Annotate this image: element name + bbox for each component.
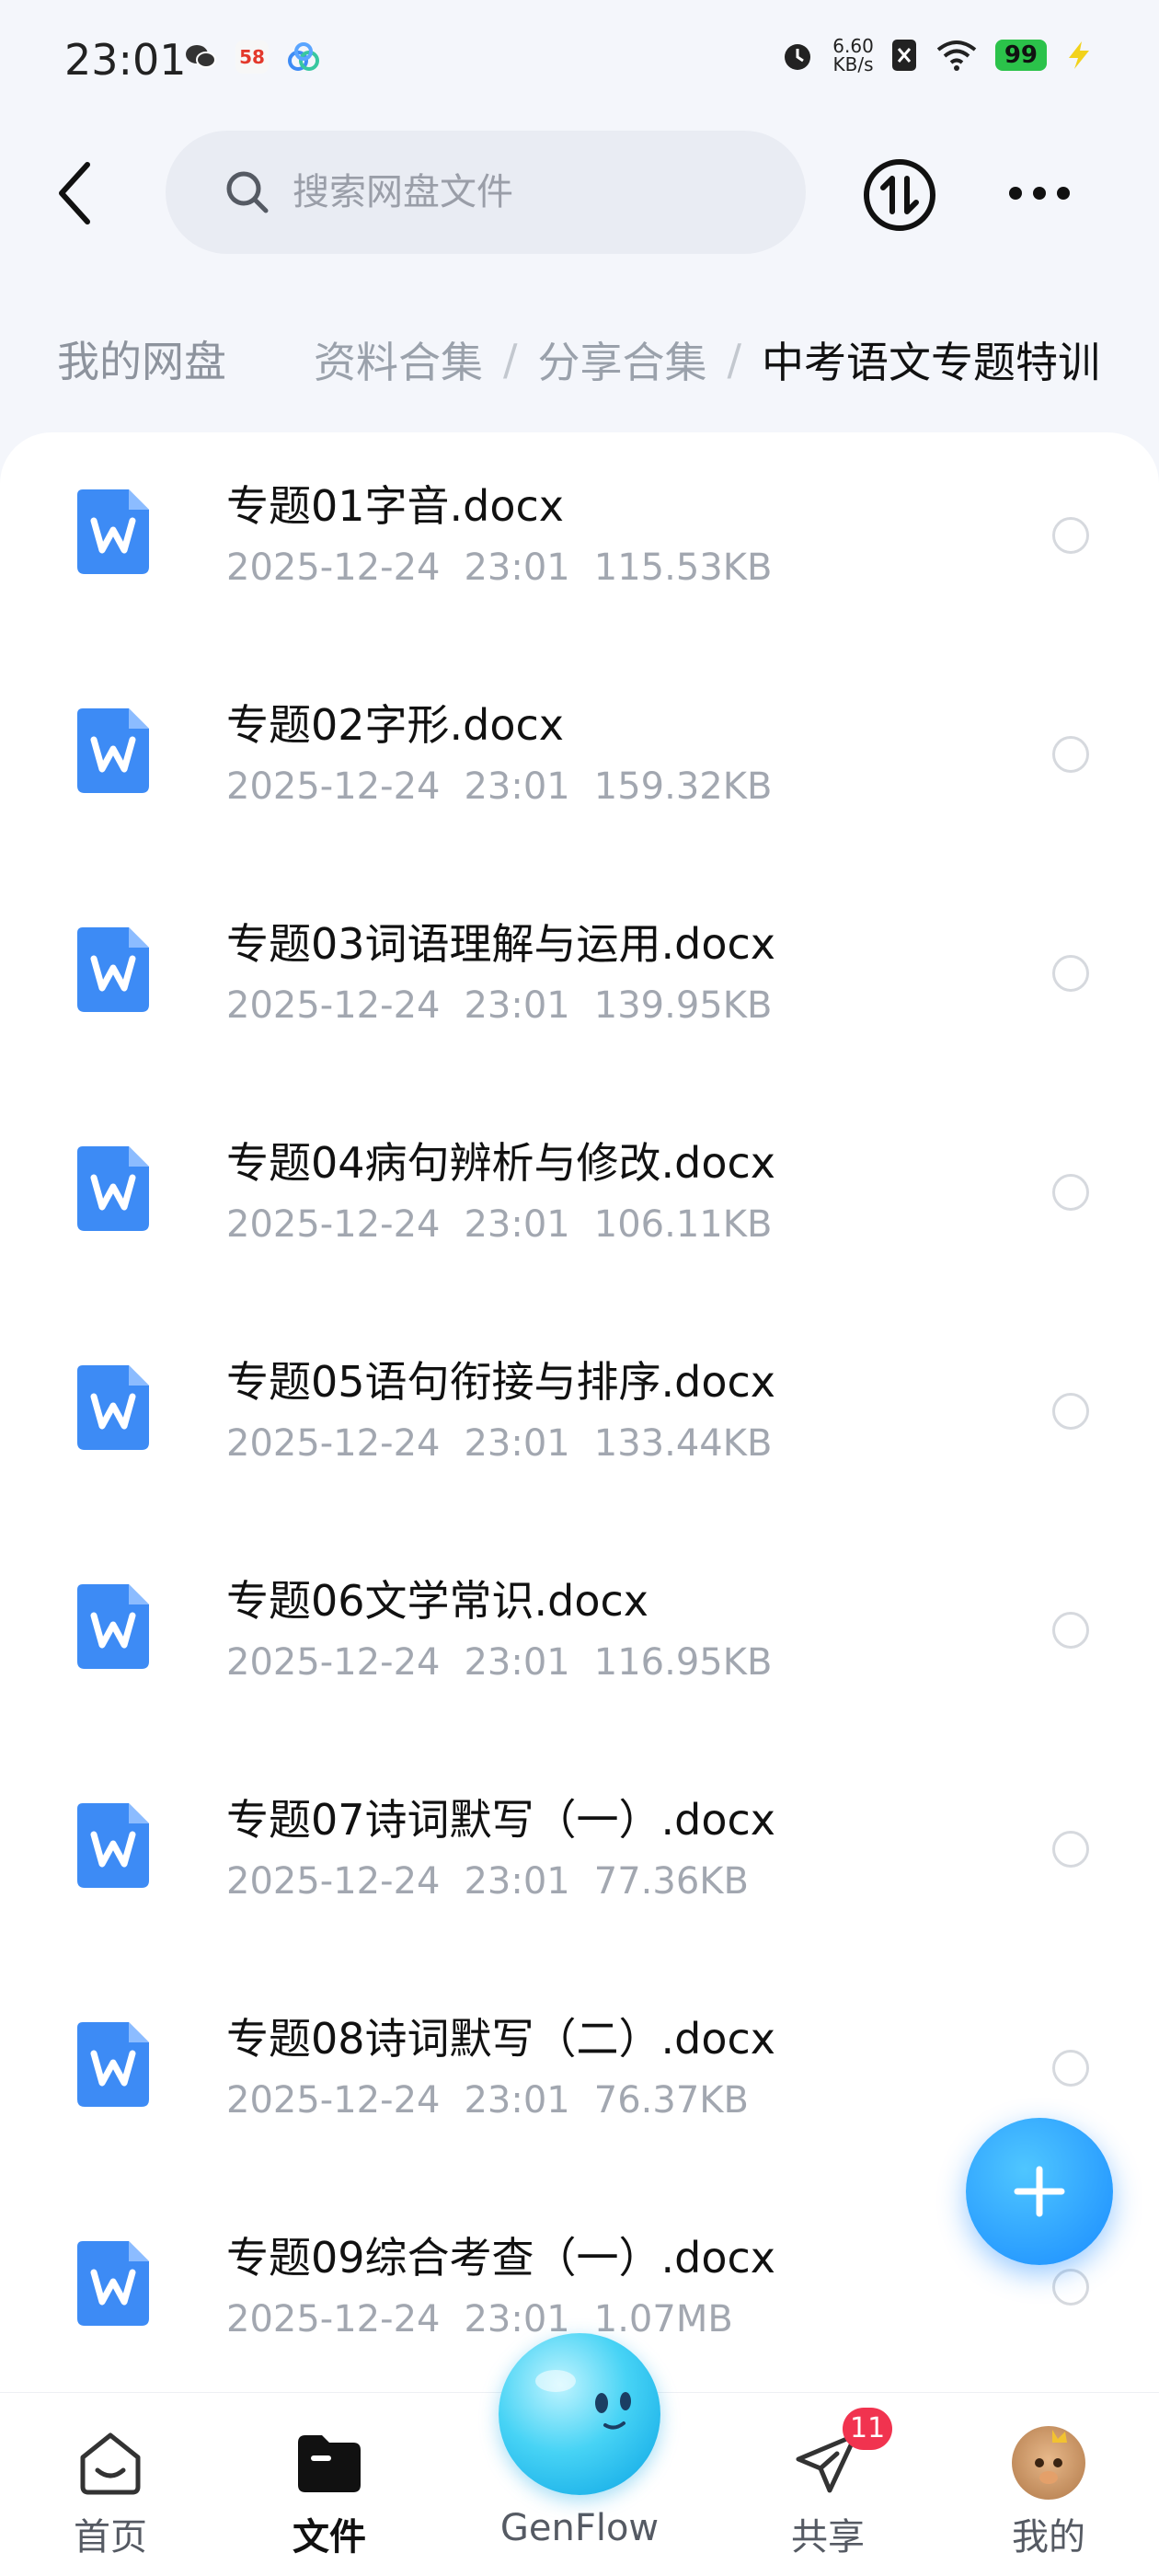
baidu-netdisk-icon <box>287 40 320 74</box>
select-checkbox[interactable] <box>1052 1174 1089 1211</box>
file-name: 专题09综合考查（一）.docx <box>226 2233 776 2283</box>
nav-label: GenFlow <box>499 2507 660 2549</box>
word-doc-icon <box>77 708 149 793</box>
breadcrumb-separator: / <box>727 335 742 385</box>
nav-label: 首页 <box>74 2516 147 2559</box>
notification-badge: 11 <box>843 2408 893 2450</box>
file-row[interactable]: 专题03词语理解与运用.docx 2025-12-24 23:01 139.95KB <box>0 870 1159 1089</box>
word-doc-icon <box>77 1146 149 1231</box>
wechat-icon <box>184 40 217 74</box>
file-meta: 2025-12-24 23:01 115.53KB <box>226 546 773 589</box>
file-meta: 2025-12-24 23:01 106.11KB <box>226 1203 773 1246</box>
file-row[interactable]: 专题07诗词默写（一）.docx 2025-12-24 23:01 77.36KB <box>0 1746 1159 1965</box>
breadcrumb-separator: / <box>503 335 518 385</box>
file-row[interactable]: 专题04病句辨析与修改.docx 2025-12-24 23:01 106.11KB <box>0 1089 1159 1308</box>
file-name: 专题01字音.docx <box>226 481 565 531</box>
word-doc-icon <box>77 1584 149 1669</box>
charging-icon <box>1069 41 1089 69</box>
nav-label: 我的 <box>1012 2516 1085 2559</box>
file-meta: 2025-12-24 23:01 159.32KB <box>226 765 773 808</box>
wifi-icon <box>936 40 977 71</box>
file-meta: 2025-12-24 23:01 77.36KB <box>226 1860 749 1903</box>
status-bar: 23:01 58 6.60 KB/s 99 <box>0 0 1159 120</box>
nav-profile[interactable]: 我的 <box>966 2393 1131 2576</box>
search-icon <box>226 171 269 213</box>
select-checkbox[interactable] <box>1052 2269 1089 2306</box>
app-58-icon: 58 <box>235 40 269 74</box>
home-icon <box>80 2432 141 2495</box>
sim-off-icon <box>891 40 916 71</box>
select-checkbox[interactable] <box>1052 1393 1089 1430</box>
net-speed: 6.60 KB/s <box>832 35 874 75</box>
file-name: 专题02字形.docx <box>226 700 565 750</box>
file-row[interactable]: 专题02字形.docx 2025-12-24 23:01 159.32KB <box>0 651 1159 870</box>
back-button[interactable] <box>42 156 107 230</box>
file-name: 专题08诗词默写（二）.docx <box>226 2014 776 2064</box>
word-doc-icon <box>77 1803 149 1888</box>
genflow-face-icon <box>535 2370 631 2430</box>
breadcrumb-item[interactable]: 资料合集 <box>314 329 483 390</box>
file-list: 专题01字音.docx 2025-12-24 23:01 115.53KB 专题02… <box>0 432 1159 2392</box>
file-name: 专题04病句辨析与修改.docx <box>226 1138 776 1188</box>
alarm-icon <box>785 44 811 70</box>
select-checkbox[interactable] <box>1052 2050 1089 2087</box>
chevron-left-icon <box>59 162 90 224</box>
nav-home[interactable]: 首页 <box>28 2393 193 2576</box>
battery-icon: 99 <box>994 40 1047 71</box>
file-name: 专题06文学常识.docx <box>226 1576 649 1626</box>
breadcrumb-home[interactable]: 我的网盘 <box>26 320 258 397</box>
nav-label: 文件 <box>293 2516 366 2559</box>
nav-label: 共享 <box>791 2516 865 2559</box>
avatar-icon <box>1012 2426 1085 2500</box>
file-row[interactable]: 专题06文学常识.docx 2025-12-24 23:01 116.95KB <box>0 1527 1159 1746</box>
file-name: 专题05语句衔接与排序.docx <box>226 1357 776 1407</box>
file-meta: 2025-12-24 23:01 1.07MB <box>226 2298 733 2340</box>
breadcrumb-item[interactable]: 分享合集 <box>538 329 707 390</box>
search-input[interactable] <box>293 171 771 213</box>
file-name: 专题07诗词默写（一）.docx <box>226 1795 776 1845</box>
file-row[interactable]: 专题01字音.docx 2025-12-24 23:01 115.53KB <box>0 432 1159 651</box>
more-dots-icon <box>1009 187 1022 200</box>
transfer-list-button[interactable] <box>863 158 936 232</box>
select-checkbox[interactable] <box>1052 1612 1089 1649</box>
select-checkbox[interactable] <box>1052 1831 1089 1868</box>
file-meta: 2025-12-24 23:01 133.44KB <box>226 1422 773 1465</box>
breadcrumb-track: 资料合集 / 分享合集 / 中考语文专题特训 <box>314 329 1100 390</box>
nav-share[interactable]: 11 共享 <box>745 2393 911 2576</box>
folder-icon <box>298 2435 361 2492</box>
search-bar[interactable] <box>166 131 806 254</box>
select-checkbox[interactable] <box>1052 736 1089 773</box>
word-doc-icon <box>77 489 149 574</box>
file-meta: 2025-12-24 23:01 139.95KB <box>226 984 773 1027</box>
status-time: 23:01 <box>64 35 187 85</box>
notification-icons: 58 <box>184 40 320 74</box>
breadcrumb: 资料合集 / 分享合集 / 中考语文专题特训 我的网盘 <box>0 313 1159 405</box>
more-options-button[interactable] <box>1003 175 1076 212</box>
word-doc-icon <box>77 2022 149 2107</box>
transfer-icon <box>864 159 935 231</box>
word-doc-icon <box>77 927 149 1012</box>
avatar <box>1012 2426 1085 2500</box>
plus-icon <box>1014 2166 1065 2217</box>
breadcrumb-current: 中考语文专题特训 <box>762 338 1100 387</box>
select-checkbox[interactable] <box>1052 955 1089 992</box>
file-meta: 2025-12-24 23:01 116.95KB <box>226 1641 773 1684</box>
system-status: 6.60 KB/s 99 <box>779 37 1095 74</box>
nav-files[interactable]: 文件 <box>247 2393 412 2576</box>
word-doc-icon <box>77 1365 149 1450</box>
select-checkbox[interactable] <box>1052 517 1089 554</box>
add-button[interactable] <box>966 2118 1113 2265</box>
word-doc-icon <box>77 2241 149 2326</box>
genflow-orb-icon[interactable] <box>499 2333 660 2495</box>
crown-icon <box>1035 2430 1067 2484</box>
file-name: 专题03词语理解与运用.docx <box>226 919 776 969</box>
file-meta: 2025-12-24 23:01 76.37KB <box>226 2079 749 2122</box>
file-row[interactable]: 专题05语句衔接与排序.docx 2025-12-24 23:01 133.44KB <box>0 1308 1159 1527</box>
